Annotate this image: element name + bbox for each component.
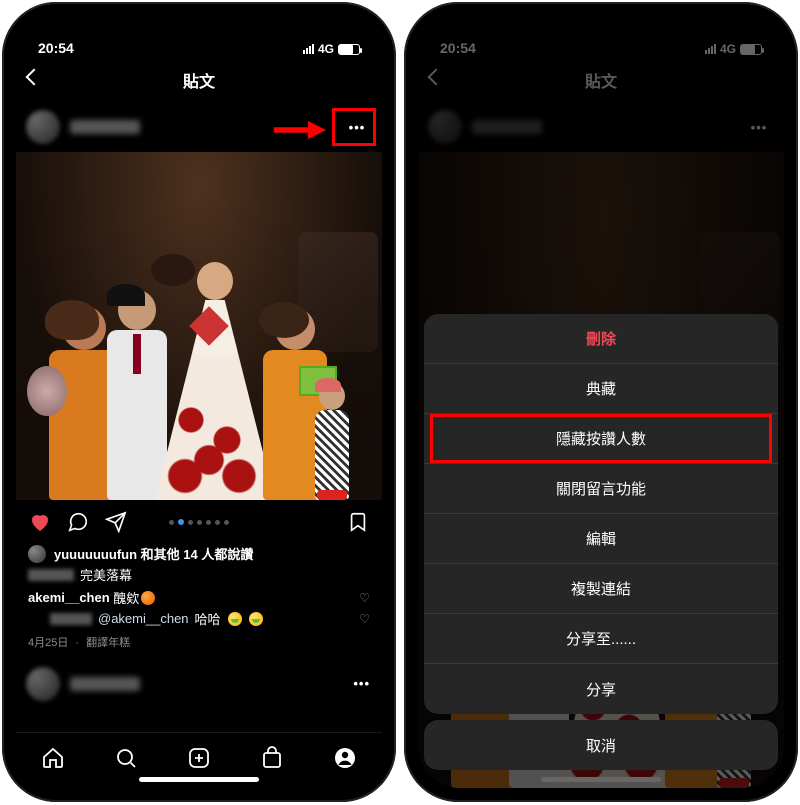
sheet-hide-likes[interactable]: 隱藏按讚人數 [424,414,778,464]
carousel-pager [169,519,229,525]
save-button[interactable] [346,510,370,534]
status-network: 4G [318,42,334,56]
back-button[interactable] [28,71,46,89]
action-sheet-overlay[interactable]: 刪除 典藏 隱藏按讚人數 關閉留言功能 編輯 複製連結 分享至...... 分享… [418,16,784,788]
emoji-laugh-icon [249,612,263,626]
comment-username[interactable]: akemi__chen [28,590,110,605]
post-date: 4月25日 [28,637,68,649]
share-button[interactable] [104,510,128,534]
tab-profile[interactable] [332,745,358,771]
more-options-button[interactable] [342,114,372,140]
comment-text: 醜欸 [113,588,139,607]
post-photo[interactable] [16,152,382,500]
notch [114,16,284,42]
post-actions [16,500,382,544]
sheet-copy-link[interactable]: 複製連結 [424,564,778,614]
annotation-arrow-icon [272,118,326,142]
more-options-button[interactable] [353,675,370,693]
tab-create[interactable] [186,745,212,771]
nav-bar: 貼文 [16,58,382,102]
sheet-delete[interactable]: 刪除 [424,314,778,364]
sheet-backdrop[interactable] [418,16,784,314]
post-meta: 4月25日 · 翻譯年糕 [16,628,382,650]
comment-row[interactable]: akemi__chen 醜欸 ♡ [16,584,382,607]
like-comment-button[interactable]: ♡ [359,612,370,626]
tab-shop[interactable] [259,745,285,771]
tab-search[interactable] [113,745,139,771]
like-comment-button[interactable]: ♡ [359,591,370,605]
sheet-edit[interactable]: 編輯 [424,514,778,564]
likes-row[interactable]: yuuuuuuufun 和其他 14 人都說讚 [16,544,382,563]
home-indicator[interactable] [139,777,259,782]
emoji-laugh-icon [228,612,242,626]
sheet-archive[interactable]: 典藏 [424,364,778,414]
username[interactable] [70,677,140,691]
avatar[interactable] [26,667,60,701]
signal-icon [303,44,314,54]
reply-username[interactable] [50,613,92,625]
next-post-header [16,664,382,704]
sheet-share[interactable]: 分享 [424,664,778,714]
caption-text: 完美落幕 [80,565,132,584]
action-sheet: 刪除 典藏 隱藏按讚人數 關閉留言功能 編輯 複製連結 分享至...... 分享 [424,314,778,714]
reply-text: 哈哈 [195,609,221,628]
translate-link[interactable]: 翻譯年糕 [86,637,130,649]
phone-right: 20:54 4G 貼文 [404,2,798,802]
status-time: 20:54 [38,40,74,56]
sheet-cancel[interactable]: 取消 [424,720,778,770]
like-button[interactable] [28,510,52,534]
home-indicator[interactable] [541,777,661,782]
reply-row[interactable]: @akemi__chen 哈哈 ♡ [16,607,382,628]
notch [516,16,686,42]
comment-button[interactable] [66,510,90,534]
username[interactable] [70,120,140,134]
caption-username[interactable] [28,569,74,581]
sheet-share-to[interactable]: 分享至...... [424,614,778,664]
reply-mention[interactable]: @akemi__chen [98,611,189,626]
emoji-angry-icon [141,591,155,605]
caption-row: 完美落幕 [16,563,382,584]
phone-left: 20:54 4G 貼文 [2,2,396,802]
avatar[interactable] [26,110,60,144]
nav-title: 貼文 [183,68,215,92]
post-header [16,102,382,152]
sheet-close-comments[interactable]: 關閉留言功能 [424,464,778,514]
liker-avatar [28,545,46,563]
tab-home[interactable] [40,745,66,771]
likes-text: yuuuuuuufun 和其他 14 人都說讚 [54,544,253,563]
battery-icon [338,44,360,55]
